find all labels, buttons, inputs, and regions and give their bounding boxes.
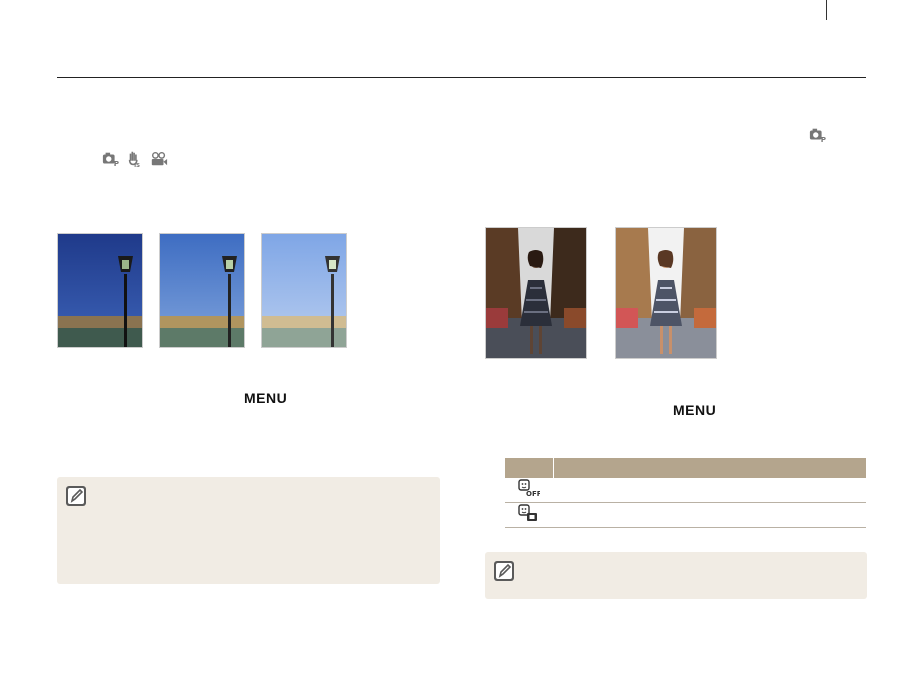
camera-p-icon: P [102,152,119,168]
menu-key: MENU [244,390,288,406]
backlight-options-table: OFF [505,458,866,528]
table-cell-desc [553,502,866,528]
exposure-darker-photo [57,233,143,348]
header-rule [57,77,866,78]
exposure-brighter-photo [261,233,347,348]
svg-text:OFF: OFF [526,490,540,497]
table-row [505,502,866,528]
backlight-on-photo [615,227,717,359]
page-corner-marker [766,0,827,20]
svg-text:P: P [114,159,119,168]
camera-p-icon: P [809,128,826,144]
note-box-left [57,477,440,584]
menu-key: MENU [673,402,717,418]
backlight-off-icon: OFF [518,478,542,498]
note-pencil-icon [494,561,514,581]
dual-is-hand-icon: IS [128,151,140,168]
table-header-desc-cell [553,458,866,478]
table-cell-desc [553,478,866,503]
svg-text:IS: IS [134,163,140,168]
available-modes: P IS [102,150,168,168]
note-box-right [485,552,867,599]
exposure-normal-photo [159,233,245,348]
svg-text:P: P [821,135,826,144]
table-header-icon-cell [505,458,554,478]
table-cell-icon: OFF [505,478,554,503]
table-row: OFF [505,478,866,503]
backlight-off-photo [485,227,587,359]
movie-camera-icon [151,151,168,166]
note-pencil-icon [66,486,86,506]
backlight-on-icon [518,503,538,521]
table-cell-icon [505,502,554,528]
table-header-row [505,458,866,478]
